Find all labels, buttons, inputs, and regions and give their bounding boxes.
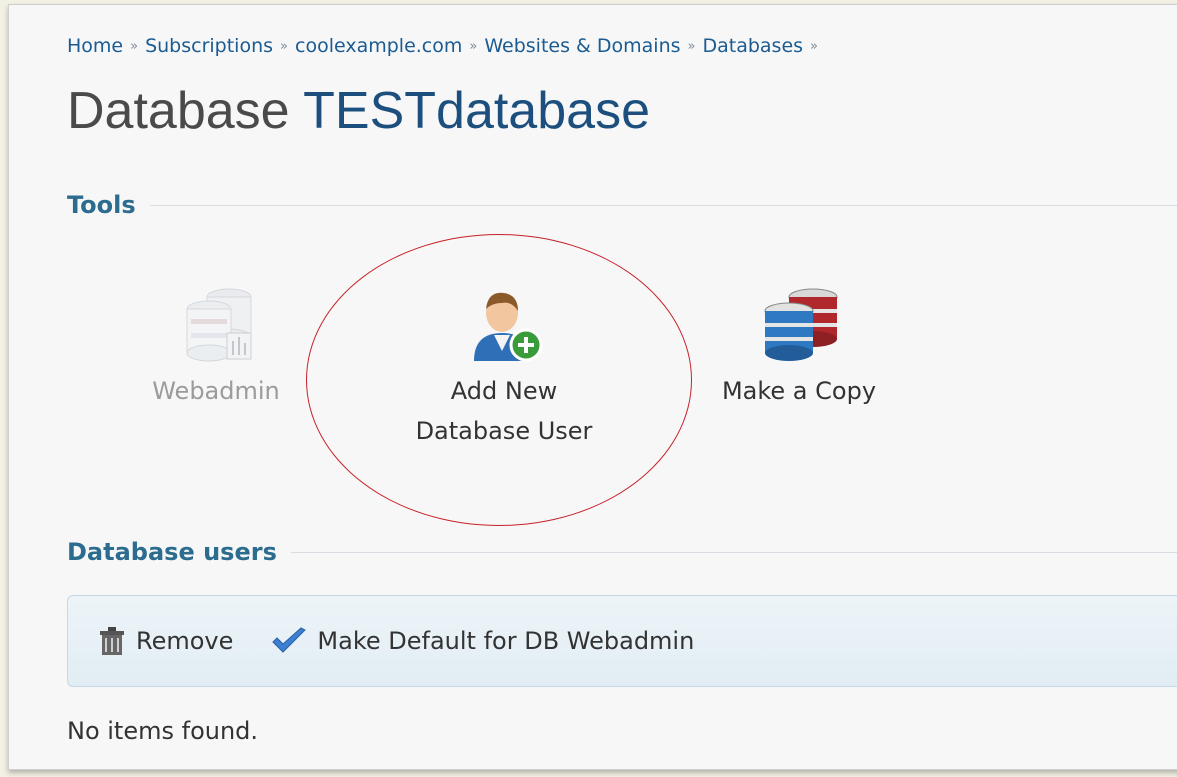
make-default-for-db-webadmin-button[interactable]: Make Default for DB Webadmin [271,626,694,656]
copy-database-icon [764,288,838,361]
tools-heading-text: Tools [67,191,136,219]
highlight-annotation-circle [306,234,692,526]
breadcrumb-home[interactable]: Home [67,35,123,57]
breadcrumb-domain[interactable]: coolexample.com [295,35,462,57]
breadcrumb-websites-domains[interactable]: Websites & Domains [484,35,680,57]
database-users-section-heading: Database users [67,538,1177,566]
make-a-copy-label: Make a Copy [721,377,877,405]
webadmin-label: Webadmin [152,377,280,405]
breadcrumb-separator: » [810,39,819,54]
section-divider [149,204,1177,206]
page-title: Database TESTdatabase [67,79,650,143]
tools-section-heading: Tools [67,191,1177,219]
remove-label: Remove [136,627,234,655]
breadcrumb-subscriptions[interactable]: Subscriptions [145,35,273,57]
remove-button[interactable]: Remove [98,626,233,656]
checkmark-icon [272,627,307,653]
breadcrumb-separator: » [280,39,288,54]
make-a-copy-tool[interactable]: Make a Copy [699,285,899,411]
database-users-heading-text: Database users [67,538,277,566]
breadcrumb-separator: » [687,39,696,54]
webadmin-icon [186,288,252,362]
make-default-label: Make Default for DB Webadmin [317,627,695,655]
empty-list-message: No items found. [67,717,259,745]
section-divider [290,551,1177,553]
breadcrumb: Home » Subscriptions » coolexample.com » Websi… [67,35,825,57]
database-users-toolbar: Remove Make Default for DB Webadmin [67,595,1177,687]
window-frame: Home » Subscriptions » coolexample.com » Websi… [8,4,1177,770]
webadmin-tool: Webadmin [121,285,311,411]
breadcrumb-separator: » [469,39,478,54]
trash-icon [100,627,124,655]
page-title-prefix: Database [67,82,290,140]
breadcrumb-databases[interactable]: Databases [702,35,803,57]
breadcrumb-separator: » [130,39,139,54]
page-title-database-name: TESTdatabase [303,82,650,140]
